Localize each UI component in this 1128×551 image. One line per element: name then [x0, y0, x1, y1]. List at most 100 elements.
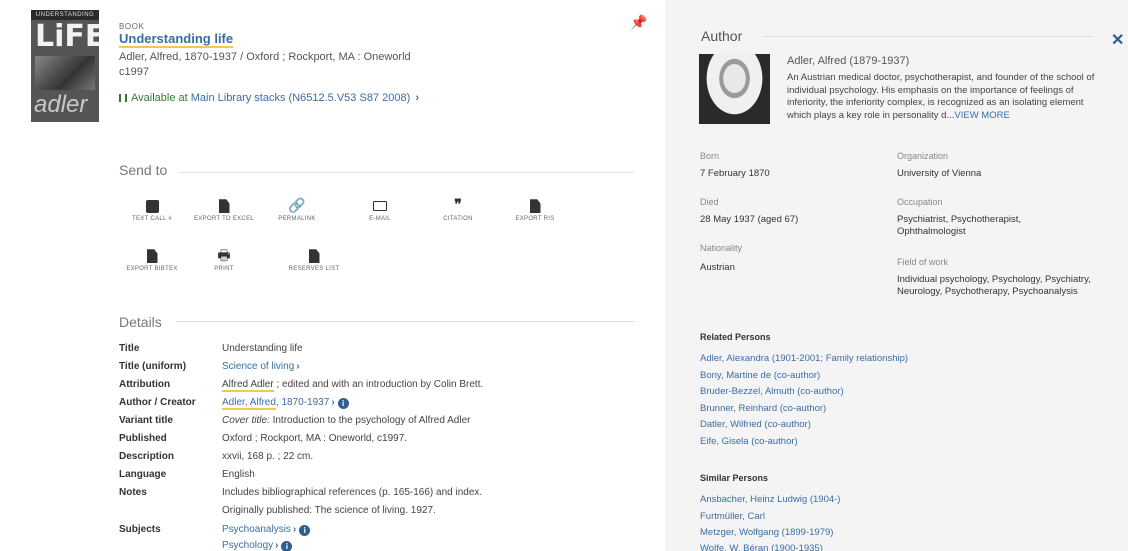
detail-value: Oxford ; Rockport, MA : Oneworld, c1997. — [222, 433, 408, 444]
similar-person-link[interactable]: Ansbacher, Heinz Ludwig (1904-) — [700, 494, 840, 505]
record-year: c1997 — [119, 66, 149, 78]
cover-title-text: LiFE — [35, 19, 99, 54]
detail-value: Psychology › i — [222, 539, 642, 551]
related-person-link[interactable]: Brunner, Reinhard (co-author) — [700, 403, 826, 414]
occupation-value: Psychiatrist, Psychotherapist, Ophthalmo… — [897, 214, 1022, 237]
availability-location-link[interactable]: Main Library stacks (N6512.5.V53 S87 200… — [191, 92, 411, 104]
mail-icon — [344, 195, 416, 215]
subject-link[interactable]: Psychoanalysis — [222, 524, 291, 535]
born-value: 7 February 1870 — [700, 168, 770, 179]
file-icon — [499, 195, 571, 215]
related-person-link[interactable]: Bony, Martine de (co-author) — [700, 370, 820, 381]
chevron-right-icon: › — [296, 361, 300, 372]
nationality-label: Nationality — [700, 243, 743, 253]
details-title: Details — [119, 314, 162, 330]
quote-icon: ❞ — [454, 197, 462, 213]
record-panel: UNDERSTANDING LiFE adler BOOK Understand… — [0, 0, 665, 551]
send-to-divider — [180, 172, 635, 173]
similar-person-link[interactable]: Wolfe, W. Béran (1900-1935) — [700, 543, 823, 551]
related-person-link[interactable]: Adler, Alexandra (1901-2001; Family rela… — [700, 353, 908, 364]
uniform-title-link[interactable]: Science of living — [222, 361, 294, 372]
detail-label: Description — [119, 451, 175, 462]
text-call-button[interactable]: TEXT CALL # — [116, 195, 188, 224]
detail-label: Attribution — [119, 379, 171, 390]
action-label: EXPORT BIBTEX — [126, 266, 178, 272]
availability-status[interactable]: Available at Main Library stacks (N6512.… — [119, 91, 419, 105]
related-person-link[interactable]: Eife, Gisela (co-author) — [700, 436, 798, 447]
detail-label: Published — [119, 433, 167, 444]
chevron-right-icon: › — [415, 92, 419, 104]
author-panel-title: Author — [701, 28, 743, 44]
similar-person-link[interactable]: Furtmüller, Carl — [700, 511, 765, 522]
field-label: Field of work — [897, 257, 949, 267]
action-label: PRINT — [214, 266, 234, 272]
author-photo — [699, 54, 770, 124]
related-persons-title: Related Persons — [700, 332, 771, 342]
action-label: RESERVES LIST — [288, 266, 340, 272]
subject-link[interactable]: Psychology — [222, 540, 273, 551]
detail-value: xxvii, 168 p. ; 22 cm. — [222, 451, 314, 462]
field-value: Individual psychology, Psychology, Psych… — [897, 274, 1091, 297]
detail-value: Alfred Adler ; edited and with an introd… — [222, 378, 642, 392]
record-author-line: Adler, Alfred, 1870-1937 / Oxford ; Rock… — [119, 50, 419, 80]
attribution-name: Alfred Adler — [222, 379, 274, 392]
author-name: Adler, Alfred (1879-1937) — [787, 55, 910, 67]
availability-prefix: Available at — [131, 92, 188, 104]
attribution-rest: ; edited and with an introduction by Col… — [273, 379, 484, 390]
export-bibtex-button[interactable]: EXPORT BIBTEX — [116, 245, 188, 274]
export-ris-button[interactable]: EXPORT RIS — [499, 195, 571, 224]
author-link[interactable]: Adler, Alfred — [222, 397, 276, 410]
print-icon: 🖶 — [217, 247, 231, 263]
record-title-link[interactable]: Understanding life — [119, 31, 234, 48]
related-person-link[interactable]: Bruder-Bezzel, Almuth (co-author) — [700, 386, 844, 397]
organization-label: Organization — [897, 151, 949, 161]
view-more-link[interactable]: VIEW MORE — [954, 110, 1009, 121]
cover-photo — [35, 56, 95, 90]
action-label: TEXT CALL # — [132, 216, 172, 222]
citation-button[interactable]: ❞ CITATION — [422, 195, 494, 224]
email-button[interactable]: E-MAIL — [344, 195, 416, 224]
link-icon: 🔗 — [288, 197, 306, 213]
export-excel-button[interactable]: EXPORT TO EXCEL — [188, 195, 260, 224]
chat-icon — [116, 195, 188, 215]
reserves-list-button[interactable]: RESERVES LIST — [278, 245, 350, 274]
action-label: EXPORT TO EXCEL — [193, 216, 255, 222]
author-dates: , 1870-1937 — [275, 397, 330, 408]
similar-person-link[interactable]: Metzger, Wolfgang (1899-1979) — [700, 527, 833, 538]
action-label: E-MAIL — [369, 216, 391, 222]
detail-value: Psychoanalysis › i — [222, 523, 642, 537]
permalink-button[interactable]: 🔗 PERMALINK — [261, 195, 333, 224]
record-author-text: Adler, Alfred, 1870-1937 / Oxford ; Rock… — [119, 51, 411, 63]
file-icon — [278, 245, 350, 265]
nationality-value: Austrian — [700, 262, 735, 273]
print-button[interactable]: 🖶 PRINT — [188, 245, 260, 274]
related-person-link[interactable]: Datler, Wilfried (co-author) — [700, 419, 811, 430]
detail-label: Title — [119, 343, 140, 354]
detail-value: Adler, Alfred, 1870-1937 › i — [222, 396, 642, 410]
died-value: 28 May 1937 (aged 67) — [700, 214, 799, 225]
detail-value: Cover title: Introduction to the psychol… — [222, 414, 642, 428]
book-cover-image[interactable]: UNDERSTANDING LiFE adler — [31, 10, 99, 122]
author-panel: Author ✕ Adler, Alfred (1879-1937) An Au… — [665, 0, 1128, 551]
detail-label: Subjects — [119, 524, 161, 535]
variant-value: Introduction to the psychology of Alfred… — [269, 415, 471, 426]
occupation-label: Occupation — [897, 197, 943, 207]
similar-persons-title: Similar Persons — [700, 473, 769, 483]
detail-value: Understanding life — [222, 343, 303, 354]
info-icon[interactable]: i — [299, 525, 311, 536]
file-icon — [116, 245, 188, 265]
author-panel-divider — [763, 36, 1093, 37]
details-divider — [176, 321, 635, 322]
detail-label: Title (uniform) — [119, 361, 187, 372]
variant-prefix: Cover title: — [222, 415, 270, 426]
close-icon[interactable]: ✕ — [1111, 30, 1124, 50]
organization-value: University of Vienna — [897, 168, 982, 179]
chevron-right-icon: › — [275, 540, 279, 551]
info-icon[interactable]: i — [337, 398, 349, 409]
record-type: BOOK — [119, 22, 145, 31]
action-label: PERMALINK — [278, 216, 316, 222]
info-icon[interactable]: i — [281, 541, 293, 551]
born-label: Born — [700, 151, 720, 161]
detail-value: English — [222, 469, 255, 480]
pin-icon[interactable]: 📌 — [630, 14, 647, 31]
